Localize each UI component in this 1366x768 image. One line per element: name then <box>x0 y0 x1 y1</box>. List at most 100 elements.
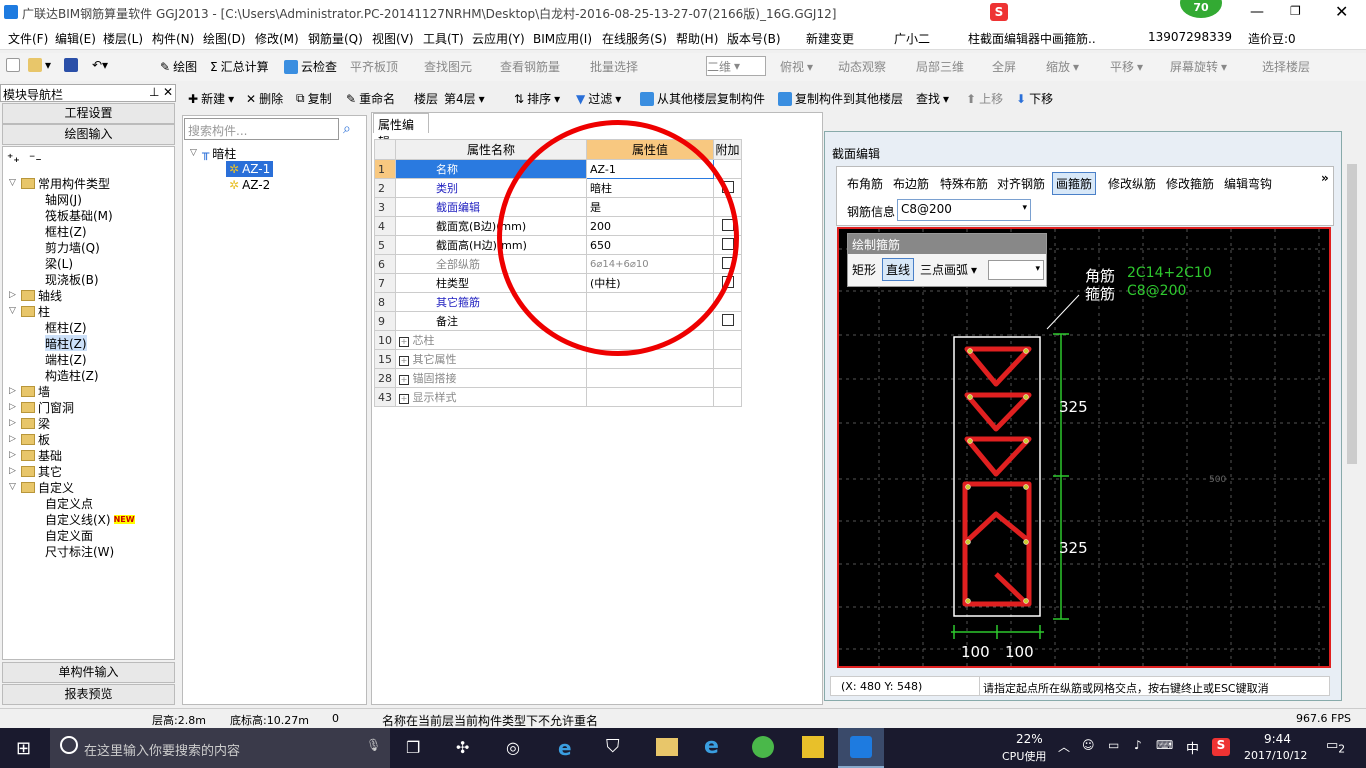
cloud-check-button[interactable]: 云检查 <box>284 58 337 75</box>
menu-account[interactable]: 13907298339 <box>1148 30 1232 44</box>
tree-item-constructional-column[interactable]: 构造柱(Z) <box>45 367 99 383</box>
menu-rebar[interactable]: 钢筋量(Q) <box>308 30 363 47</box>
table-row[interactable]: 43 + 显示样式 <box>374 387 742 407</box>
tree-item-slab[interactable]: 现浇板(B) <box>45 271 99 287</box>
ime-indicator[interactable]: 中 <box>1186 738 1199 757</box>
draw-stirrup-button[interactable]: 画箍筋 <box>1052 172 1097 195</box>
view-rebar-button[interactable]: 查看钢筋量 <box>500 58 560 75</box>
volume-icon[interactable]: ♪ <box>1134 738 1142 752</box>
windows-start-icon[interactable]: ⊞ <box>16 738 31 759</box>
browser-icon[interactable]: ◎ <box>506 738 520 757</box>
zoom-button[interactable]: 缩放 ▾ <box>1046 58 1079 75</box>
ie-icon[interactable]: e <box>704 734 719 759</box>
tray-user-icon[interactable]: ☺ <box>1082 738 1095 752</box>
menu-bim[interactable]: BIM应用(I) <box>533 30 592 47</box>
clock-date[interactable]: 2017/10/12 <box>1244 749 1307 762</box>
tree-item-dimension[interactable]: 尺寸标注(W) <box>45 543 114 559</box>
sum-calc-button[interactable]: Σ 汇总计算 <box>210 58 269 75</box>
tree-group-common[interactable]: ▽ 常用构件类型 <box>9 175 110 191</box>
search-input[interactable]: 搜索构件... <box>184 118 339 140</box>
select-floor-button[interactable]: 选择楼层 <box>1262 58 1310 75</box>
more-icon[interactable]: » <box>1321 171 1329 185</box>
search-icon[interactable]: ⌕ <box>343 121 351 137</box>
rectangle-mode-button[interactable]: 矩形 <box>852 261 876 278</box>
edit-hook-button[interactable]: 编辑弯钩 <box>1224 175 1272 192</box>
copy-from-floor-button[interactable]: 从其他楼层复制构件 <box>640 90 765 107</box>
close-icon[interactable]: ✕ <box>1335 2 1348 21</box>
delete-button[interactable]: ✕ 删除 <box>246 90 283 107</box>
menu-online[interactable]: 在线服务(S) <box>602 30 667 47</box>
new-component-button[interactable]: ✚ 新建 ▾ <box>188 90 234 107</box>
tree-item-frame-column[interactable]: 框柱(Z) <box>45 223 87 239</box>
menu-version[interactable]: 版本号(B) <box>727 30 781 47</box>
comp-root[interactable]: ▽ ╥ 暗柱 <box>190 145 236 161</box>
expand-icon[interactable]: + <box>399 356 409 366</box>
new-file-icon[interactable] <box>6 58 20 72</box>
explorer-icon[interactable] <box>656 738 678 756</box>
pan-button[interactable]: 平移 ▾ <box>1110 58 1143 75</box>
expand-all-icon[interactable]: ⁺₊ <box>7 151 20 165</box>
tree-group-slab[interactable]: ▷ 板 <box>9 431 50 447</box>
modify-stirrup-button[interactable]: 修改箍筋 <box>1166 175 1214 192</box>
score-badge[interactable]: 70 <box>1180 0 1222 18</box>
project-settings-button[interactable]: 工程设置 <box>2 103 175 124</box>
open-file-icon[interactable]: ▾ <box>28 58 51 72</box>
fullscreen-button[interactable]: 全屏 <box>992 58 1016 75</box>
menu-view[interactable]: 视图(V) <box>372 30 414 47</box>
comp-item-az2[interactable]: ✲ AZ-2 <box>226 177 273 193</box>
menu-help[interactable]: 帮助(H) <box>676 30 718 47</box>
tree-item-beam[interactable]: 梁(L) <box>45 255 73 271</box>
place-corner-rebar-button[interactable]: 布角筋 <box>847 175 883 192</box>
tree-group-custom[interactable]: ▽ 自定义 <box>9 479 74 495</box>
tray-expand-icon[interactable]: ︿ <box>1058 738 1070 755</box>
keyboard-icon[interactable]: ⌨ <box>1156 738 1173 752</box>
menu-floor[interactable]: 楼层(L) <box>103 30 143 47</box>
add-checkbox[interactable] <box>721 313 734 326</box>
orbit-button[interactable]: 动态观察 <box>838 58 886 75</box>
menu-new-change[interactable]: 新建变更 <box>806 30 854 47</box>
tree-group-door-window[interactable]: ▷ 门窗洞 <box>9 399 74 415</box>
restore-icon[interactable]: ❐ <box>1290 4 1301 18</box>
comp-item-az1[interactable]: ✲ AZ-1 <box>226 161 274 177</box>
tree-group-column[interactable]: ▽ 柱 <box>9 303 50 319</box>
move-down-button[interactable]: ⬇ 下移 <box>1016 90 1053 107</box>
three-point-arc-button[interactable]: 三点画弧 ▾ <box>920 261 977 278</box>
find-element-button[interactable]: 查找图元 <box>424 58 472 75</box>
minimize-icon[interactable]: — <box>1250 4 1264 20</box>
section-canvas[interactable]: 角筋 箍筋 2C14+2C10 C8@200 325 325 100 100 5… <box>837 227 1331 668</box>
tree-item-end-column[interactable]: 端柱(Z) <box>45 351 87 367</box>
notes-icon[interactable] <box>802 736 824 758</box>
single-component-button[interactable]: 单构件输入 <box>2 662 175 683</box>
expand-icon[interactable]: + <box>399 375 409 385</box>
scrollbar-thumb[interactable] <box>1347 164 1357 464</box>
move-up-button[interactable]: ⬆ 上移 <box>966 90 1003 107</box>
tree-item-custom-line[interactable]: 自定义线(X) NEW <box>45 511 135 527</box>
tree-group-foundation[interactable]: ▷ 基础 <box>9 447 62 463</box>
nav-close-icon[interactable]: ✕ <box>163 85 173 99</box>
menu-modify[interactable]: 修改(M) <box>255 30 299 47</box>
table-row[interactable]: 28 + 锚固搭接 <box>374 368 742 388</box>
report-preview-button[interactable]: 报表预览 <box>2 684 175 705</box>
menu-cloud[interactable]: 云应用(Y) <box>472 30 525 47</box>
expand-icon[interactable]: + <box>399 337 409 347</box>
tree-item-custom-point[interactable]: 自定义点 <box>45 495 93 511</box>
clock-time[interactable]: 9:44 <box>1264 732 1291 746</box>
sogou-icon[interactable]: S <box>990 3 1008 21</box>
menu-component[interactable]: 构件(N) <box>152 30 194 47</box>
floor-select[interactable]: 第4层 ▾ <box>444 90 485 107</box>
edge-icon[interactable]: e <box>558 736 572 760</box>
view-mode-select[interactable]: 二维 ▾ <box>706 56 766 76</box>
360-icon[interactable] <box>752 736 774 758</box>
vertical-scrollbar[interactable] <box>1345 150 1359 700</box>
tree-item-axis-grid[interactable]: 轴网(J) <box>45 191 82 207</box>
menu-beans[interactable]: 造价豆:0 <box>1248 30 1296 47</box>
tree-group-beam[interactable]: ▷ 梁 <box>9 415 50 431</box>
menu-file[interactable]: 文件(F) <box>8 30 48 47</box>
drawing-input-button[interactable]: 绘图输入 <box>2 124 175 145</box>
pinwheel-icon[interactable]: ✣ <box>456 738 469 757</box>
tree-group-other[interactable]: ▷ 其它 <box>9 463 62 479</box>
menu-edit[interactable]: 编辑(E) <box>55 30 96 47</box>
expand-icon[interactable]: + <box>399 394 409 404</box>
copy-to-floor-button[interactable]: 复制构件到其他楼层 <box>778 90 903 107</box>
undo-icon[interactable]: ↶▾ <box>92 58 108 72</box>
